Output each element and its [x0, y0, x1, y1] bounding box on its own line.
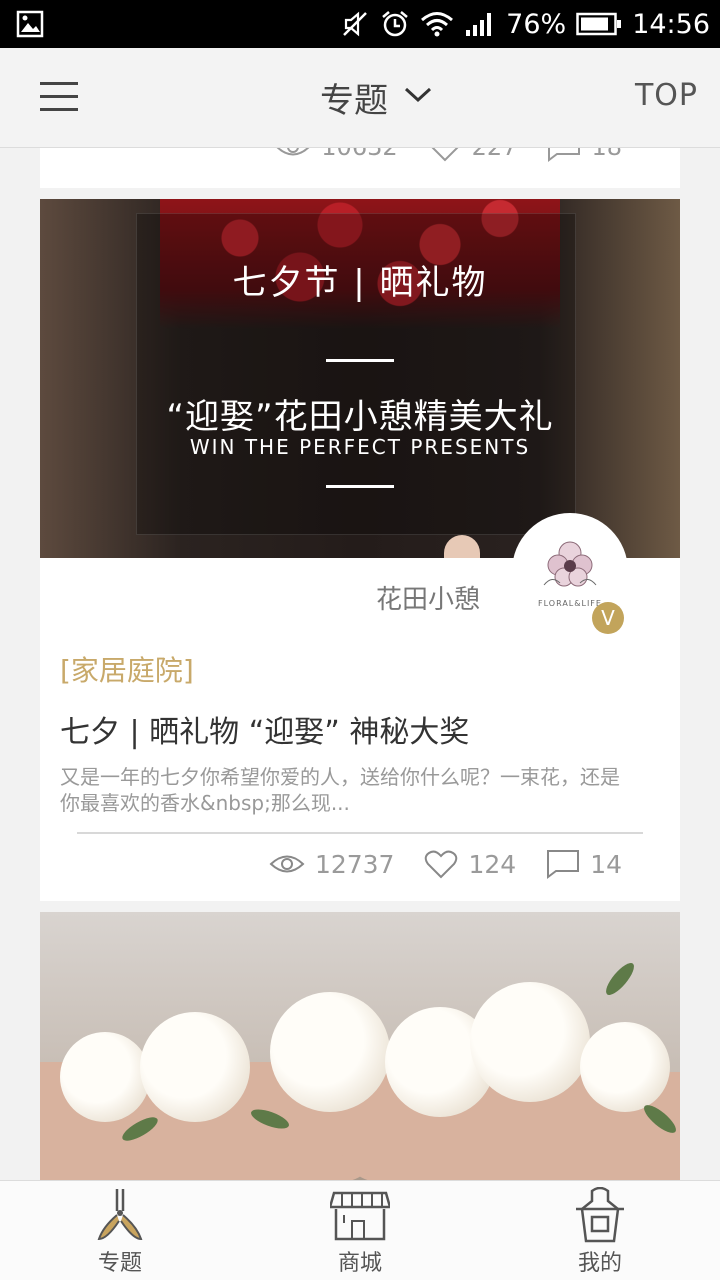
leaf	[601, 959, 639, 999]
banner-title: 七夕节 | 晒礼物	[232, 263, 488, 303]
signal-icon	[464, 10, 496, 38]
hand	[444, 535, 480, 558]
bottom-nav: 专题 商城 我的	[0, 1180, 720, 1280]
comments-count: 18	[591, 148, 622, 161]
divider	[77, 832, 643, 834]
status-bar: 76% 14:56	[0, 0, 720, 48]
banner-english: WIN THE PERFECT PRESENTS	[189, 435, 531, 459]
comment-icon[interactable]	[546, 849, 580, 879]
alarm-icon	[380, 9, 410, 39]
shop-icon	[328, 1187, 392, 1247]
image-icon	[16, 10, 44, 42]
nav-label: 我的	[577, 1251, 622, 1276]
nav-label: 专题	[97, 1251, 142, 1276]
article-category[interactable]: [家居庭院]	[60, 649, 194, 689]
banner-subtitle: “迎娶”花田小憩精美大礼	[166, 397, 554, 437]
article-banner-image[interactable]: 七夕节 | 晒礼物 “迎娶”花田小憩精美大礼 WIN THE PERFECT P…	[40, 199, 680, 558]
nav-item-shop[interactable]: 商城	[280, 1181, 440, 1280]
article-excerpt: 又是一年的七夕你希望你爱的人，送给你什么呢？一束花，还是你最喜欢的香水&nbsp…	[60, 765, 620, 815]
nav-label: 商城	[337, 1251, 382, 1276]
flower	[270, 992, 390, 1112]
nav-item-profile[interactable]: 我的	[520, 1181, 680, 1280]
article-title[interactable]: 七夕 | 晒礼物 “迎娶” 神秘大奖	[60, 707, 469, 751]
category-dropdown[interactable]: 专题	[320, 72, 432, 122]
next-article-image[interactable]	[40, 912, 680, 1180]
flower-logo-icon	[543, 541, 597, 587]
article-feed[interactable]: 10632 227 18 七夕节 | 晒礼物 “迎娶”花田小憩精美大礼 WIN …	[0, 148, 720, 1180]
page-title: 专题	[320, 80, 388, 121]
eye-icon	[275, 148, 311, 158]
battery-percent: 76%	[506, 8, 567, 40]
views-count: 10632	[321, 148, 397, 161]
battery-icon	[576, 11, 622, 37]
app-header: 专题 TOP	[0, 48, 720, 148]
chevron-down-icon	[404, 86, 432, 108]
flower	[140, 1012, 250, 1122]
flower	[470, 982, 590, 1102]
article-card[interactable]: 七夕节 | 晒礼物 “迎娶”花田小憩精美大礼 WIN THE PERFECT P…	[40, 199, 680, 901]
eye-icon	[269, 853, 305, 875]
nav-item-topics[interactable]: 专题	[40, 1181, 200, 1280]
heart-icon[interactable]	[428, 148, 462, 162]
comments-count: 14	[590, 849, 622, 879]
previous-article-card[interactable]: 10632 227 18	[40, 148, 680, 188]
likes-count: 227	[472, 148, 518, 161]
shears-icon	[93, 1187, 147, 1247]
flower	[580, 1022, 670, 1112]
mute-icon	[340, 9, 370, 39]
top-button[interactable]: TOP	[635, 78, 698, 113]
likes-count: 124	[468, 849, 517, 879]
flower	[60, 1032, 150, 1122]
verified-badge: V	[592, 602, 624, 634]
banner-divider	[326, 359, 394, 362]
menu-icon[interactable]	[40, 78, 80, 118]
heart-icon[interactable]	[424, 849, 458, 879]
apron-icon	[572, 1186, 628, 1247]
banner-divider	[326, 485, 394, 488]
views-count: 12737	[314, 849, 395, 879]
wifi-icon	[420, 10, 454, 38]
author-name[interactable]: 花田小憩	[376, 579, 480, 616]
comment-icon[interactable]	[547, 148, 581, 162]
status-time: 14:56	[632, 8, 710, 40]
